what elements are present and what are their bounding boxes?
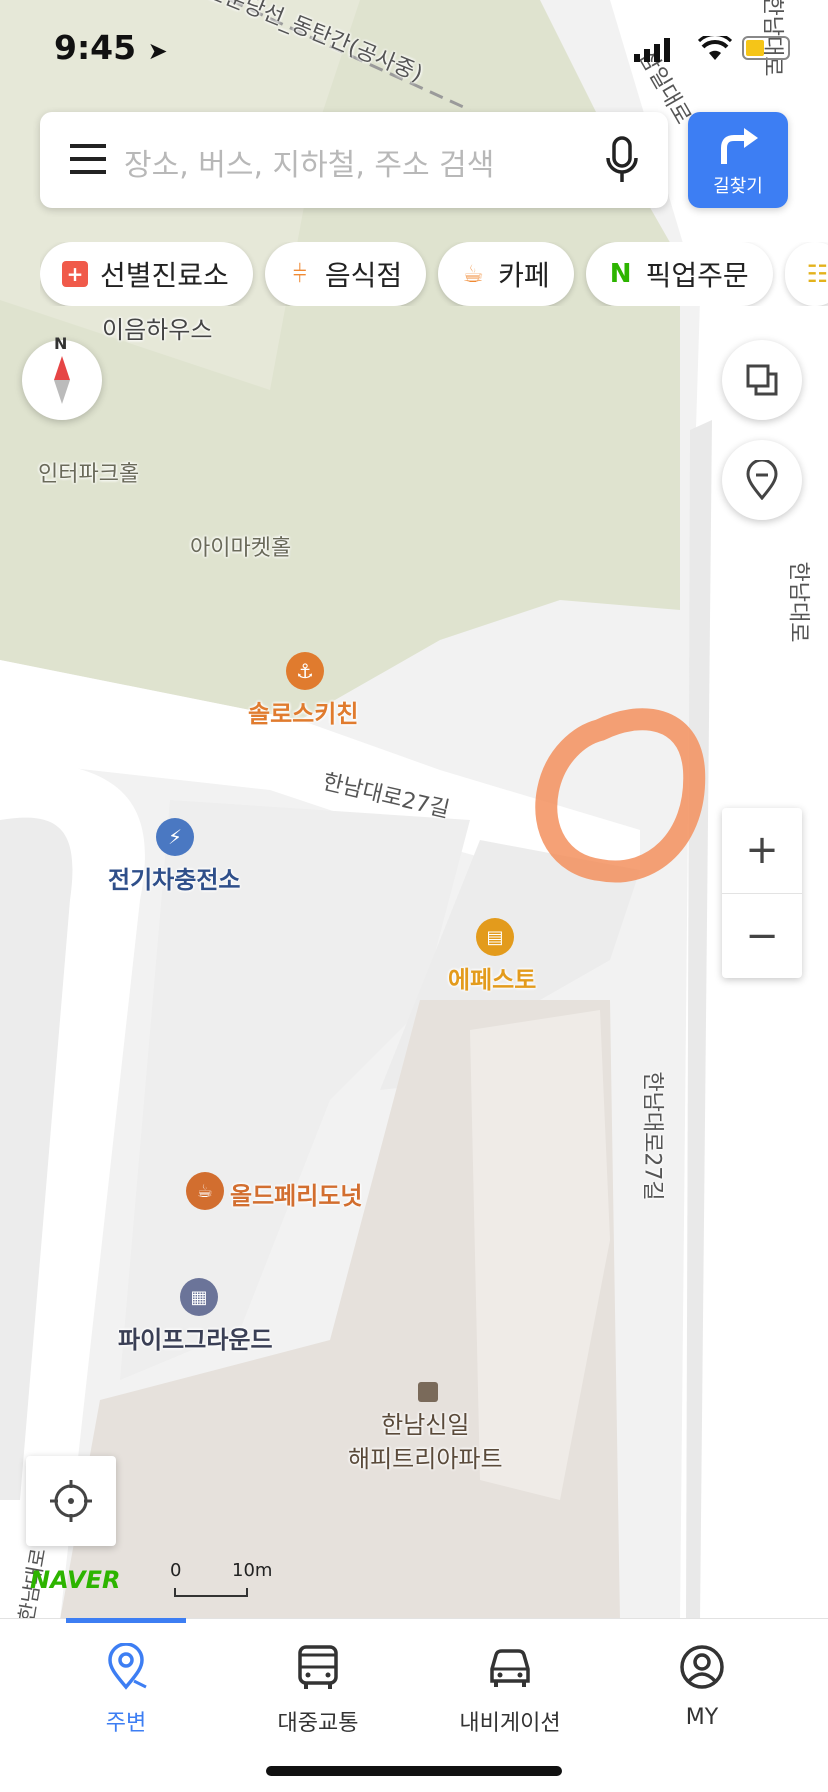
poi-solos-kitchen[interactable]: ⚓ 솔로스키친 bbox=[230, 652, 380, 732]
tab-my[interactable]: MY bbox=[622, 1643, 782, 1730]
poi-old-ferry-donut[interactable]: ☕ 올드페리도넛 bbox=[186, 1172, 386, 1212]
clinic-cross-icon: + bbox=[62, 261, 88, 287]
status-time: 9:45 ➤ bbox=[54, 28, 168, 67]
shopping-bag-icon: ▤ bbox=[476, 918, 514, 956]
car-icon bbox=[490, 1649, 530, 1687]
chip-restaurant[interactable]: ⫩ 음식점 bbox=[264, 242, 427, 306]
poi-epesto[interactable]: ▤ 에페스토 bbox=[440, 918, 570, 998]
poi-label: 에페스토 bbox=[448, 966, 537, 994]
zoom-control: + − bbox=[722, 808, 802, 978]
chip-cafe[interactable]: ☕ 카페 bbox=[438, 242, 574, 306]
turn-right-arrow-icon bbox=[721, 128, 758, 164]
place-label-imarket-hall: 아이마켓홀 bbox=[190, 536, 292, 561]
place-label-eum-house: 이음하우스 bbox=[102, 316, 213, 344]
poi-label: 올드페리도넛 bbox=[230, 1182, 363, 1210]
scale-end-label: 10m bbox=[232, 1560, 273, 1581]
nearby-pin-icon bbox=[108, 1643, 147, 1690]
layers-icon bbox=[746, 364, 778, 396]
saved-places-button[interactable] bbox=[722, 440, 802, 520]
poi-label: 전기차충전소 bbox=[108, 866, 241, 894]
poi-label: 솔로스키친 bbox=[248, 700, 359, 728]
naver-logo: NAVER bbox=[30, 1566, 121, 1594]
grid-icon: ☷ bbox=[806, 260, 828, 288]
poi-label: 파이프그라운드 bbox=[118, 1326, 273, 1354]
compass-icon bbox=[54, 356, 70, 404]
cellular-signal-icon bbox=[634, 38, 670, 62]
menu-icon[interactable] bbox=[70, 144, 106, 174]
scale-start-label: 0 bbox=[170, 1560, 182, 1581]
scale-bar bbox=[174, 1588, 248, 1597]
tab-label: 주변 bbox=[105, 1711, 147, 1736]
battery-icon bbox=[742, 36, 790, 60]
home-indicator bbox=[266, 1766, 562, 1776]
tab-label: 대중교통 bbox=[277, 1711, 359, 1736]
restaurant-icon: ⚓ bbox=[286, 652, 324, 690]
status-bar: 9:45 ➤ bbox=[0, 0, 828, 96]
wifi-icon bbox=[698, 36, 732, 60]
chip-pickup-order[interactable]: N 픽업주문 bbox=[585, 242, 773, 306]
ev-charger-icon: ⚡ bbox=[156, 818, 194, 856]
compass-button[interactable]: N bbox=[22, 334, 102, 420]
apartment-icon bbox=[418, 1382, 438, 1402]
building-icon: ▦ bbox=[180, 1278, 218, 1316]
poi-pipe-ground[interactable]: ▦ 파이프그라운드 bbox=[116, 1278, 286, 1358]
bus-icon bbox=[298, 1645, 338, 1689]
zoom-out-button[interactable]: − bbox=[722, 894, 802, 978]
layers-button[interactable] bbox=[722, 340, 802, 420]
chip-label: 음식점 bbox=[324, 259, 403, 292]
compass-n-label: N bbox=[54, 334, 68, 353]
microphone-icon[interactable] bbox=[604, 136, 640, 186]
active-tab-indicator bbox=[66, 1618, 186, 1623]
poi-hannam-sinil-apartment[interactable]: 한남신일 해피트리아파트 bbox=[340, 1382, 520, 1482]
tab-label: 내비게이션 bbox=[459, 1711, 561, 1736]
zoom-in-button[interactable]: + bbox=[722, 808, 802, 892]
cafe-icon: ☕ bbox=[186, 1172, 224, 1210]
naver-n-icon: N bbox=[609, 259, 632, 289]
tab-public-transit[interactable]: 대중교통 bbox=[238, 1643, 398, 1737]
tab-label: MY bbox=[685, 1705, 719, 1730]
search-bar[interactable]: 장소, 버스, 지하철, 주소 검색 bbox=[40, 112, 668, 208]
chip-more[interactable]: ☷ bbox=[784, 242, 828, 306]
search-input[interactable]: 장소, 버스, 지하철, 주소 검색 bbox=[124, 140, 494, 184]
map-scale: 0 10m bbox=[170, 1560, 273, 1604]
poi-ev-charger[interactable]: ⚡ 전기차충전소 bbox=[100, 818, 250, 898]
chip-label: 카페 bbox=[498, 259, 550, 292]
user-profile-icon bbox=[680, 1645, 724, 1689]
directions-label: 길찾기 bbox=[713, 176, 763, 197]
crosshair-icon bbox=[50, 1480, 92, 1522]
chip-label: 픽업주문 bbox=[645, 259, 749, 292]
location-arrow-icon: ➤ bbox=[147, 37, 168, 65]
tab-nearby[interactable]: 주변 bbox=[46, 1643, 206, 1737]
category-chips: + 선별진료소 ⫩ 음식점 ☕ 카페 N 픽업주문 ☷ bbox=[40, 242, 828, 306]
poi-label: 한남신일 해피트리아파트 bbox=[348, 1411, 503, 1473]
directions-button[interactable]: 길찾기 bbox=[688, 112, 788, 208]
coffee-cup-icon: ☕ bbox=[462, 260, 484, 288]
road-label-hannam: 한남대로 bbox=[785, 561, 811, 643]
pin-outline-icon bbox=[746, 460, 778, 500]
chip-label: 선별진료소 bbox=[100, 259, 229, 292]
place-label-interpark-hall: 인터파크홀 bbox=[38, 462, 140, 487]
tab-navigation[interactable]: 내비게이션 bbox=[430, 1643, 590, 1737]
chip-screening-clinic[interactable]: + 선별진료소 bbox=[40, 242, 253, 306]
road-label-27gil-vertical: 한남대로27길 bbox=[639, 1071, 665, 1201]
current-location-button[interactable] bbox=[26, 1456, 116, 1546]
fork-knife-icon: ⫩ bbox=[292, 260, 307, 288]
